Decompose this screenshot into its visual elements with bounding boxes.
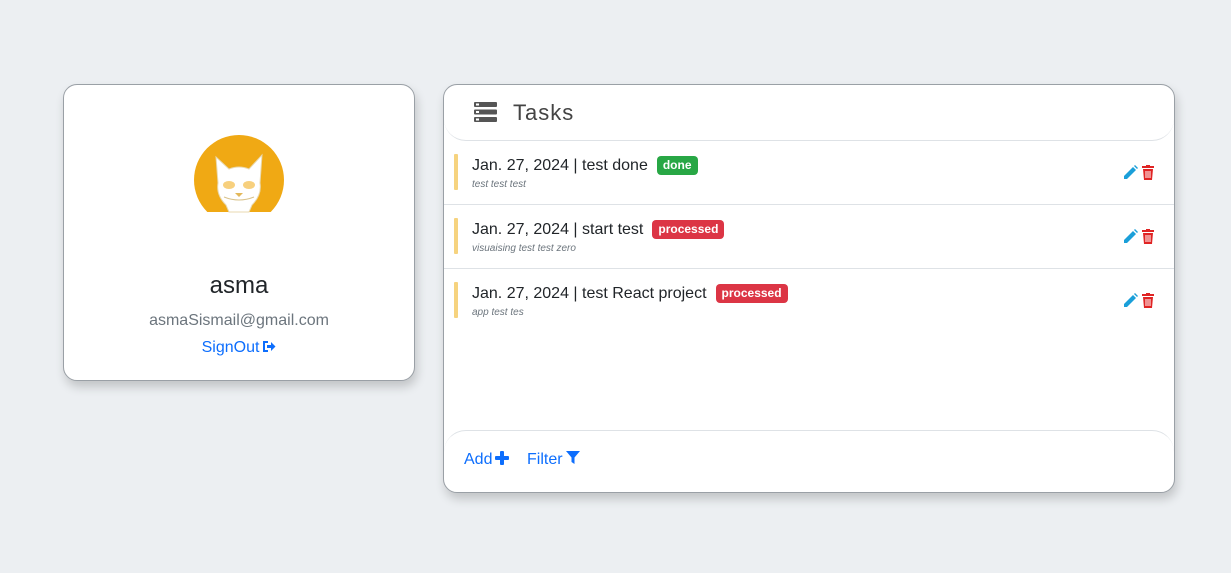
tasks-footer: Add Filter xyxy=(444,430,1174,492)
pencil-icon[interactable] xyxy=(1123,229,1138,244)
add-task-button[interactable]: Add xyxy=(464,451,510,469)
trash-icon[interactable] xyxy=(1142,293,1154,308)
trash-icon[interactable] xyxy=(1142,165,1154,180)
status-badge: processed xyxy=(715,284,788,303)
pencil-icon[interactable] xyxy=(1123,293,1138,308)
profile-card: asma asmaSismail@gmail.com SignOut xyxy=(63,84,415,381)
task-indicator-bar xyxy=(454,154,458,190)
list-icon xyxy=(474,102,497,122)
plus-icon xyxy=(495,451,510,465)
task-description: visuaising test test zero xyxy=(472,243,576,254)
tasks-header: Tasks xyxy=(444,85,1174,141)
task-description: test test test xyxy=(472,179,526,190)
cat-avatar-icon xyxy=(194,135,284,215)
filter-button[interactable]: Filter xyxy=(527,451,580,469)
status-badge: done xyxy=(656,156,698,175)
tasks-title: Tasks xyxy=(513,100,575,125)
add-label: Add xyxy=(464,451,493,468)
task-row: Jan. 27, 2024 | start test processed visu… xyxy=(444,205,1174,269)
pencil-icon[interactable] xyxy=(1123,165,1138,180)
signout-icon xyxy=(263,341,276,352)
task-description: app test tes xyxy=(472,307,524,318)
profile-name: asma xyxy=(209,272,269,299)
signout-label: SignOut xyxy=(201,339,260,356)
task-title: Jan. 27, 2024 | test done done xyxy=(472,156,698,175)
filter-label: Filter xyxy=(527,451,563,468)
task-indicator-bar xyxy=(454,282,458,318)
signout-link[interactable]: SignOut xyxy=(64,339,414,357)
profile-email: asmaSismail@gmail.com xyxy=(149,312,329,329)
tasks-card: Tasks Jan. 27, 2024 | test done done test… xyxy=(443,84,1175,493)
task-row: Jan. 27, 2024 | test React project proces… xyxy=(444,269,1174,333)
trash-icon[interactable] xyxy=(1142,229,1154,244)
filter-icon xyxy=(565,451,580,464)
status-badge: processed xyxy=(652,220,725,239)
task-title: Jan. 27, 2024 | test React project proces… xyxy=(472,284,788,303)
task-indicator-bar xyxy=(454,218,458,254)
task-row: Jan. 27, 2024 | test done done test test … xyxy=(444,141,1174,205)
task-title: Jan. 27, 2024 | start test processed xyxy=(472,220,725,239)
